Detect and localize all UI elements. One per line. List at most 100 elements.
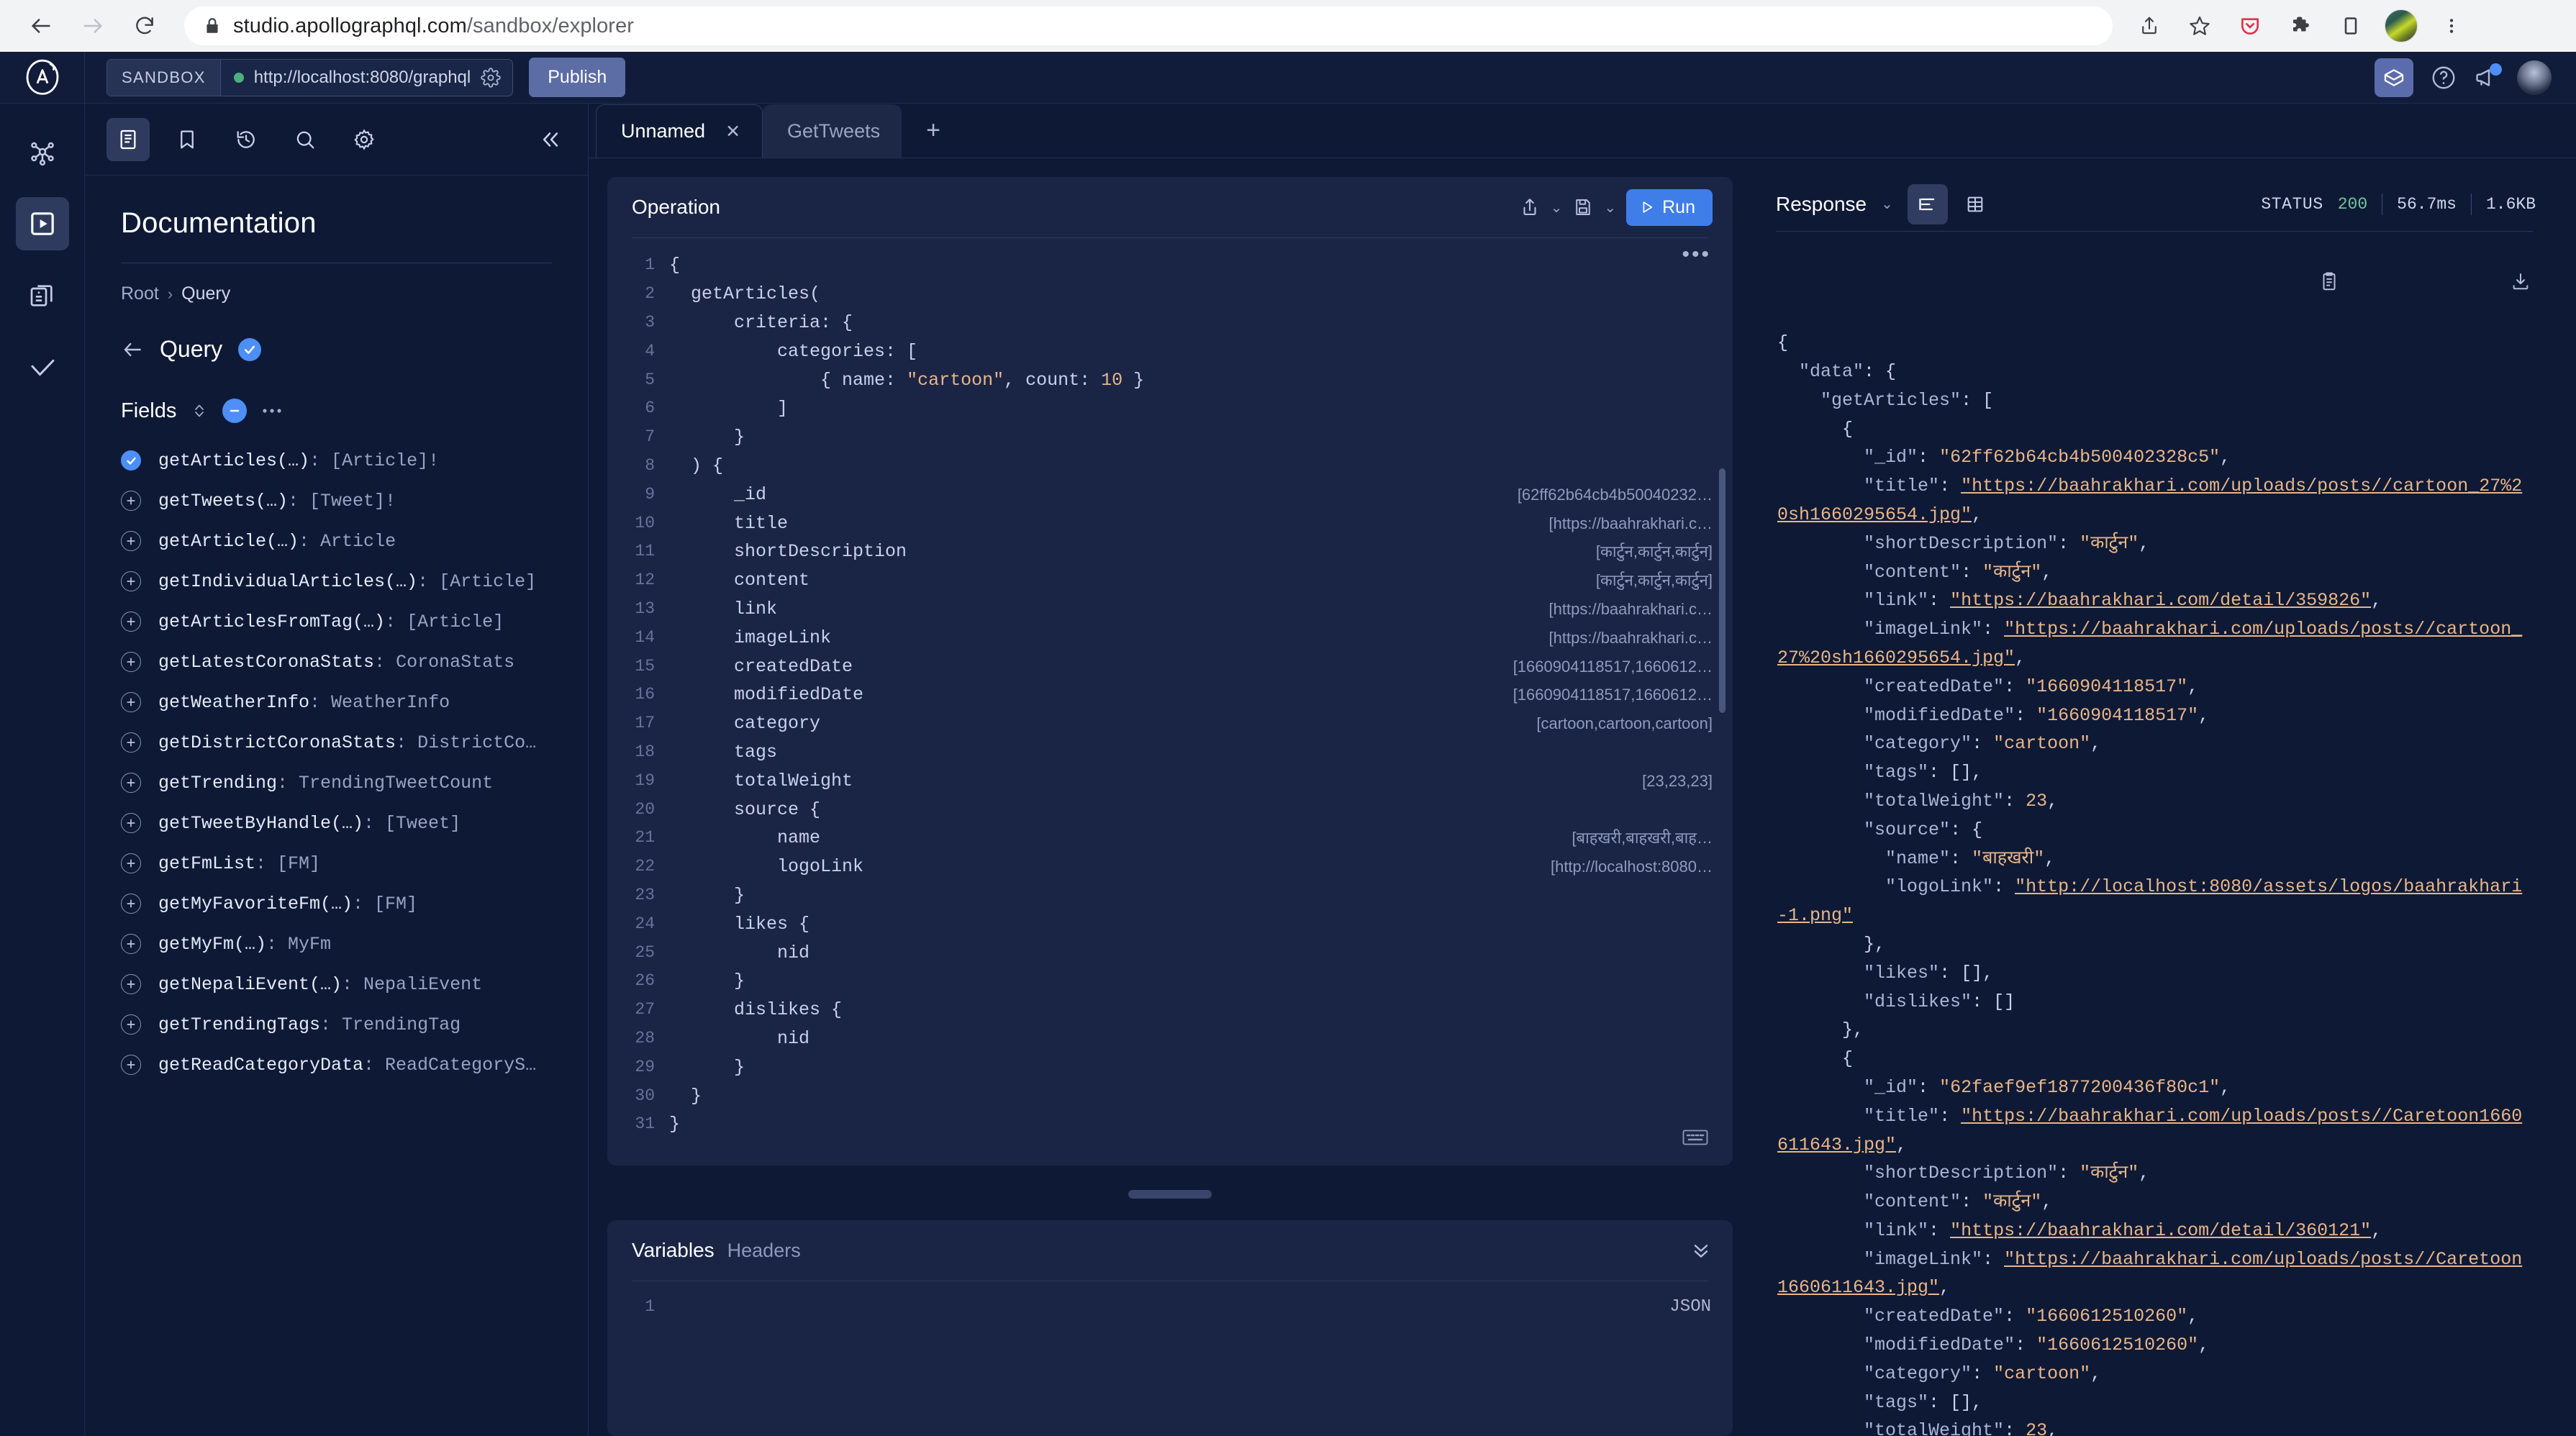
list-item[interactable]: getTweets(…): [Tweet]! (121, 481, 552, 521)
field-add-plus-icon[interactable] (121, 1055, 141, 1075)
field-add-plus-icon[interactable] (121, 813, 141, 833)
tab-variables[interactable]: Variables (632, 1239, 715, 1262)
chevron-down-icon[interactable]: ⌄ (1881, 195, 1893, 213)
line-number: 15 (635, 656, 655, 676)
sidebar-panel-icon[interactable] (2328, 4, 2373, 48)
tab-gettweets[interactable]: GetTweets (763, 104, 902, 158)
share-chevron-down-icon[interactable]: ⌄ (1551, 199, 1563, 217)
list-item[interactable]: getWeatherInfo: WeatherInfo (121, 682, 552, 722)
avatar[interactable] (2517, 60, 2552, 95)
list-item[interactable]: getNepaliEvent(…): NepaliEvent (121, 964, 552, 1004)
download-icon[interactable] (2359, 242, 2531, 330)
list-item[interactable]: getReadCategoryData: ReadCategoryS… (121, 1045, 552, 1085)
megaphone-icon[interactable] (2474, 63, 2502, 91)
checks-checkmark-icon[interactable] (16, 341, 69, 394)
reload-icon[interactable] (122, 4, 167, 48)
field-add-plus-icon[interactable] (121, 1014, 141, 1035)
share-export-icon[interactable] (1519, 196, 1541, 218)
run-label: Run (1662, 196, 1695, 217)
field-add-plus-icon[interactable] (121, 571, 141, 591)
cube-icon[interactable] (2375, 58, 2413, 97)
list-item[interactable]: getDistrictCoronaStats: DistrictCo… (121, 722, 552, 763)
back-arrow-icon[interactable] (19, 4, 63, 48)
list-item[interactable]: getTrending: TrendingTweetCount (121, 763, 552, 803)
variables-format-label[interactable]: JSON (1669, 1297, 1733, 1317)
schema-diff-icon[interactable] (16, 269, 69, 322)
list-item[interactable]: getIndividualArticles(…): [Article] (121, 561, 552, 601)
list-item[interactable]: getTrendingTags: TrendingTag (121, 1004, 552, 1045)
editor-scrollbar[interactable] (1719, 468, 1725, 714)
explorer-play-icon[interactable] (15, 197, 69, 250)
field-add-plus-icon[interactable] (121, 853, 141, 873)
field-add-plus-icon[interactable] (121, 894, 141, 914)
code-text: likes { (669, 913, 810, 935)
code-text: { name: "cartoon", count: 10 } (669, 369, 1145, 391)
tab-unnamed[interactable]: Unnamed ✕ (596, 104, 763, 158)
save-disk-icon[interactable] (1572, 196, 1594, 218)
keyboard-icon[interactable] (1682, 1128, 1708, 1147)
sort-toggle-icon[interactable] (191, 402, 208, 419)
collapse-all-icon[interactable] (222, 399, 248, 423)
run-button[interactable]: Run (1626, 188, 1713, 226)
graphql-editor[interactable]: ••• 1 2 3 4 5 6 7 8 9 10 11 12 13 14 15 16 17 18 19 20 21 22 2… (607, 238, 1733, 1165)
publish-button[interactable]: Publish (529, 58, 626, 97)
bookmark-icon[interactable] (165, 118, 209, 161)
url-bar[interactable]: studio.apollographql.com/sandbox/explore… (184, 6, 2113, 45)
endpoint-url[interactable]: http://localhost:8080/graphql (254, 68, 471, 88)
operation-code[interactable]: { getArticles( criteria: { categories: [… (669, 251, 1733, 1165)
documentation-icon[interactable] (106, 117, 150, 161)
share-icon[interactable] (2127, 4, 2172, 48)
puzzle-icon[interactable] (2278, 4, 2323, 48)
back-arrow-icon[interactable] (121, 338, 144, 361)
settings-gear-icon[interactable] (343, 118, 386, 161)
history-icon[interactable] (225, 118, 268, 161)
list-item[interactable]: getTweetByHandle(…): [Tweet] (121, 803, 552, 843)
gear-icon[interactable] (481, 67, 501, 88)
apollo-logo[interactable] (0, 51, 85, 104)
close-icon[interactable]: ✕ (725, 121, 740, 142)
field-name: getTrending (158, 772, 278, 794)
field-add-plus-icon[interactable] (121, 732, 141, 753)
breadcrumb-current[interactable]: Query (181, 283, 230, 304)
code-text: categories: [ (669, 340, 918, 362)
pocket-icon[interactable] (2228, 4, 2272, 48)
tab-headers[interactable]: Headers (727, 1240, 801, 1262)
field-add-plus-icon[interactable] (121, 652, 141, 672)
field-add-plus-icon[interactable] (121, 692, 141, 712)
list-item[interactable]: getMyFm(…): MyFm (121, 924, 552, 964)
list-item[interactable]: getMyFavoriteFm(…): [FM] (121, 883, 552, 924)
field-add-plus-icon[interactable] (121, 531, 141, 551)
breadcrumb-root[interactable]: Root (121, 283, 159, 304)
field-add-plus-icon[interactable] (121, 974, 141, 994)
search-icon[interactable] (284, 118, 327, 161)
field-add-plus-icon[interactable] (121, 773, 141, 793)
field-selected-check-icon[interactable] (121, 450, 141, 471)
star-icon[interactable] (2177, 4, 2222, 48)
list-item[interactable]: getLatestCoronaStats: CoronaStats (121, 642, 552, 682)
json-view-icon[interactable] (1907, 183, 1948, 224)
graph-icon[interactable] (16, 125, 69, 178)
field-add-plus-icon[interactable] (121, 612, 141, 632)
field-options-icon[interactable] (261, 406, 283, 415)
table-view-icon[interactable] (1955, 184, 1995, 224)
profile-avatar-icon[interactable] (2379, 4, 2423, 48)
list-item[interactable]: getArticle(…): Article (121, 521, 552, 561)
field-add-plus-icon[interactable] (121, 934, 141, 954)
list-item[interactable]: getArticles(…): [Article]! (121, 440, 552, 481)
pane-resize-handle[interactable] (607, 1180, 1733, 1206)
response-body[interactable]: { "data": { "getArticles": [ { "_id": "6… (1751, 232, 2557, 1436)
question-circle-icon[interactable] (2431, 65, 2457, 91)
field-add-plus-icon[interactable] (121, 491, 141, 511)
chevrons-left-icon[interactable] (538, 127, 562, 152)
field-name: getMyFavoriteFm(…) (158, 893, 353, 914)
chevrons-down-icon[interactable] (1690, 1239, 1713, 1262)
kebab-menu-icon[interactable] (2429, 4, 2474, 48)
line-number: 22 (635, 857, 655, 876)
add-tab-button[interactable]: + (902, 117, 965, 145)
list-item[interactable]: getArticlesFromTag(…): [Article] (121, 601, 552, 642)
variables-editor[interactable]: 1 JSON (607, 1281, 1733, 1317)
endpoint-selector[interactable]: SANDBOX http://localhost:8080/graphql (106, 58, 514, 96)
list-item[interactable]: getFmList: [FM] (121, 843, 552, 883)
save-chevron-down-icon[interactable]: ⌄ (1604, 199, 1616, 217)
copy-clipboard-icon[interactable] (2167, 242, 2340, 330)
